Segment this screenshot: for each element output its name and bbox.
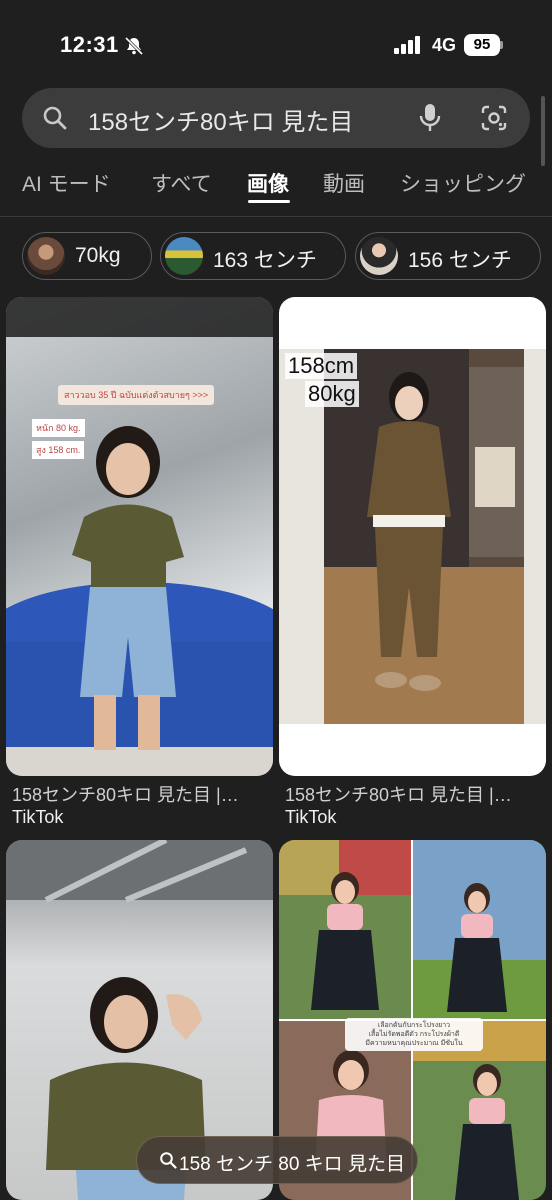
- search-icon: [43, 106, 67, 130]
- result-caption[interactable]: 158センチ80キロ 見た目 |…: [285, 781, 512, 807]
- status-bar: 12:31 4G 95: [0, 0, 552, 88]
- overlay-height: สูง 158 cm.: [32, 441, 85, 459]
- network-label: 4G: [432, 35, 457, 55]
- overlay-line: เลือกดันกับกระโปรงยาว: [377, 1022, 451, 1029]
- result-source[interactable]: TikTok: [285, 807, 336, 828]
- tab-all[interactable]: すべて: [151, 168, 212, 198]
- pill-label: 158 センチ 80 キロ 見た目: [179, 1154, 405, 1175]
- search-bar[interactable]: 158センチ80キロ 見た目: [22, 88, 530, 148]
- chip-label: 156 センチ: [408, 249, 512, 272]
- search-input[interactable]: 158センチ80キロ 見た目: [88, 102, 382, 137]
- clock: 12:31: [60, 32, 119, 57]
- overlay-line: มีความหนาคุณประมาณ มีซับใน: [365, 1040, 463, 1047]
- image-result[interactable]: สาววอบ 35 ปี ฉบับแต่งตัวสบายๆ >>> หนัก 8…: [6, 297, 273, 776]
- mic-icon[interactable]: [418, 103, 442, 133]
- scrollbar[interactable]: [541, 96, 545, 166]
- result-image: [6, 297, 273, 776]
- overlay-weight: 80kg: [305, 381, 359, 407]
- chip-70kg[interactable]: 70kg: [22, 232, 152, 280]
- battery-icon: 95: [464, 34, 500, 56]
- chip-label: 70kg: [75, 244, 121, 267]
- search-again-pill[interactable]: 158 センチ 80 キロ 見た目: [136, 1136, 418, 1184]
- overlay-line: เสื้อไม่รัดพอดีตัว กระโปรงผ้าดี: [368, 1031, 460, 1038]
- chip-thumbnail: [27, 237, 65, 275]
- google-lens-icon[interactable]: [480, 104, 508, 132]
- overlay-height: 158cm: [285, 353, 358, 379]
- search-tabs: AI モード すべて 画像 動画 ショッピング: [0, 160, 552, 217]
- tab-images[interactable]: 画像: [247, 168, 289, 198]
- chip-163cm[interactable]: 163 センチ: [160, 232, 346, 280]
- chip-thumbnail: [360, 237, 398, 275]
- overlay-title: สาววอบ 35 ปี ฉบับแต่งตัวสบายๆ >>>: [58, 385, 215, 405]
- chip-thumbnail: [165, 237, 203, 275]
- search-icon: [160, 1152, 177, 1169]
- bell-muted-icon: [124, 36, 144, 56]
- tab-shopping[interactable]: ショッピング: [400, 168, 526, 198]
- chip-156cm[interactable]: 156 センチ: [355, 232, 541, 280]
- battery-tip: [500, 41, 503, 49]
- result-caption[interactable]: 158センチ80キロ 見た目 |…: [12, 781, 239, 807]
- overlay-weight: หนัก 80 kg.: [32, 419, 85, 437]
- tab-videos[interactable]: 動画: [323, 168, 365, 198]
- signal-icon: [394, 36, 420, 54]
- tab-ai-mode[interactable]: AI モード: [22, 168, 111, 198]
- overlay-caption-box: เลือกดันกับกระโปรงยาว เสื้อไม่รัดพอดีตัว…: [345, 1018, 483, 1051]
- result-source[interactable]: TikTok: [12, 807, 63, 828]
- active-tab-indicator: [248, 200, 290, 203]
- image-result[interactable]: 158cm 80kg: [279, 297, 546, 776]
- chip-label: 163 センチ: [213, 249, 317, 272]
